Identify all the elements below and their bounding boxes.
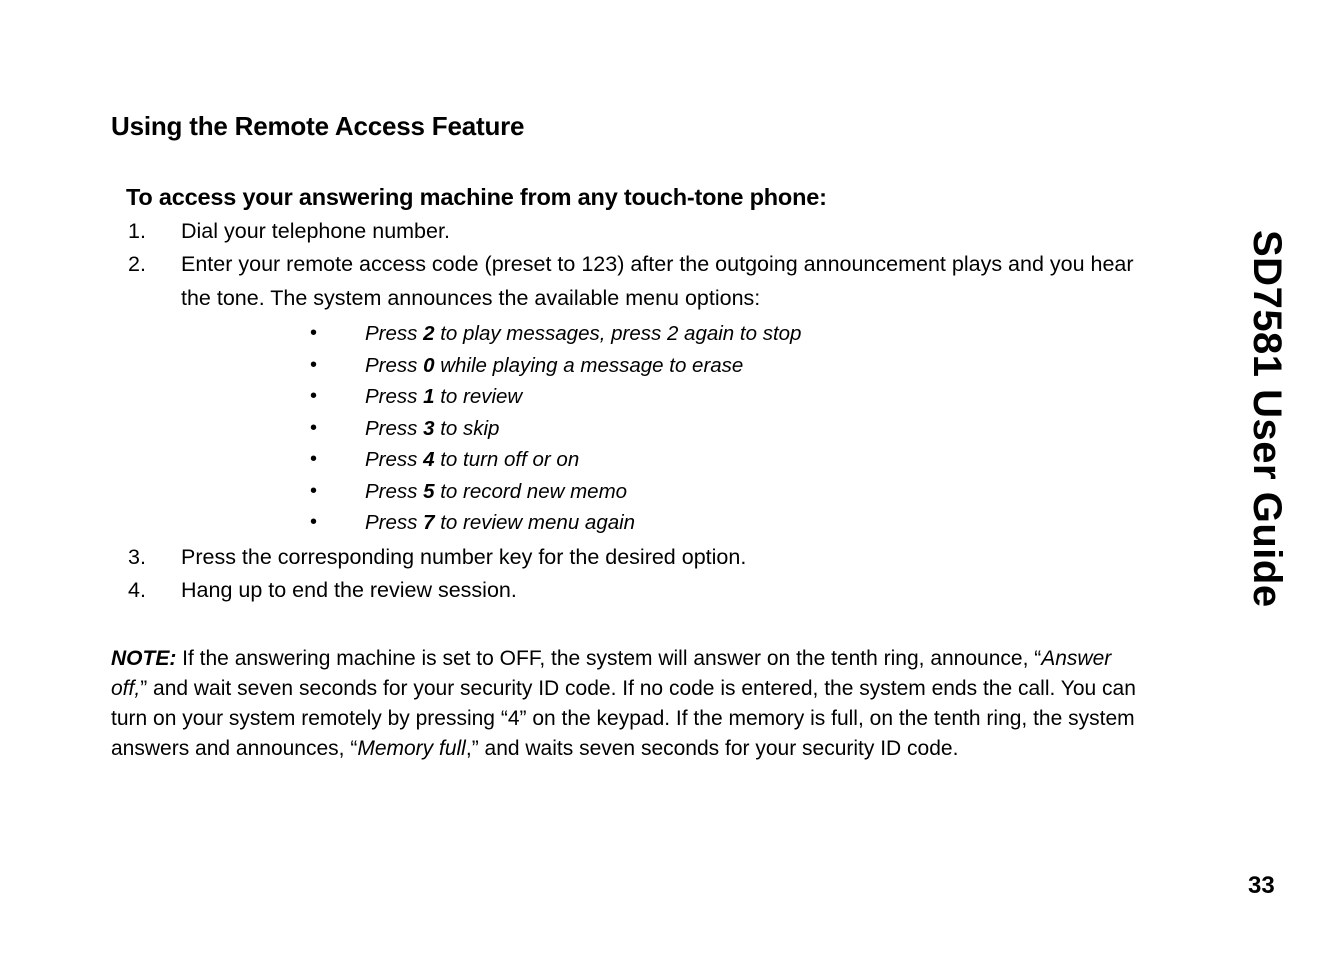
- menu-option-item: • Press 2 to play messages, press 2 again…: [181, 318, 1146, 350]
- menu-option-suffix: to review menu again: [434, 511, 636, 535]
- step-text: Dial your telephone number.: [181, 218, 450, 243]
- menu-option-item: • Press 7 to review menu again: [181, 507, 1146, 539]
- note-paragraph: NOTE: If the answering machine is set to…: [111, 644, 1141, 764]
- bullet-icon: •: [310, 322, 318, 345]
- menu-option-key: 4: [423, 448, 435, 472]
- menu-option-suffix: to play messages, press 2 again to stop: [434, 322, 802, 346]
- menu-option-prefix: Press: [365, 385, 424, 409]
- step-item-4: 4. Hang up to end the review session.: [111, 574, 1146, 608]
- menu-option-key: 2: [423, 322, 435, 346]
- bullet-icon: •: [310, 385, 318, 408]
- menu-option-suffix: while playing a message to erase: [434, 353, 744, 377]
- menu-option-item: • Press 1 to review: [181, 381, 1146, 413]
- page-title: Using the Remote Access Feature: [111, 111, 525, 141]
- bullet-icon: •: [310, 353, 318, 376]
- menu-option-item: • Press 5 to record new memo: [181, 476, 1146, 508]
- menu-option-prefix: Press: [365, 353, 424, 377]
- note-text-part3: ,” and waits seven seconds for your secu…: [465, 736, 959, 760]
- step-number: 1.: [128, 218, 146, 243]
- page-number: 33: [1248, 872, 1275, 899]
- step-text: Enter your remote access code (preset to…: [181, 252, 1134, 310]
- note-quote-memory-full: Memory full: [357, 736, 466, 760]
- content-column: Using the Remote Access Feature To acces…: [111, 112, 1146, 764]
- menu-option-key: 3: [423, 416, 435, 440]
- menu-option-key: 7: [423, 511, 435, 535]
- step-text: Press the corresponding number key for t…: [181, 544, 747, 569]
- menu-option-prefix: Press: [365, 479, 424, 503]
- menu-option-item: • Press 3 to skip: [181, 413, 1146, 445]
- note-label: NOTE:: [111, 646, 177, 670]
- menu-option-key: 1: [423, 385, 435, 409]
- menu-option-item: • Press 0 while playing a message to eras…: [181, 350, 1146, 382]
- menu-option-item: • Press 4 to turn off or on: [181, 444, 1146, 476]
- step-number: 4.: [128, 578, 146, 603]
- step-number: 2.: [128, 252, 146, 277]
- step-text: Hang up to end the review session.: [181, 578, 517, 603]
- menu-option-suffix: to review: [434, 385, 523, 409]
- side-running-title: SD7581 User Guide: [1237, 230, 1297, 770]
- step-item-2: 2. Enter your remote access code (preset…: [111, 248, 1146, 539]
- menu-option-suffix: to turn off or on: [434, 448, 580, 472]
- step-item-1: 1. Dial your telephone number.: [111, 215, 1146, 249]
- step-item-3: 3. Press the corresponding number key fo…: [111, 541, 1146, 575]
- note-text-part1: If the answering machine is set to OFF, …: [176, 646, 1042, 670]
- bullet-icon: •: [310, 479, 318, 502]
- bullet-icon: •: [310, 416, 318, 439]
- menu-option-key: 5: [423, 479, 435, 503]
- section-subheading: To access your answering machine from an…: [126, 183, 827, 210]
- steps-list: 1. Dial your telephone number. 2. Enter …: [111, 215, 1146, 608]
- step-number: 3.: [128, 544, 146, 569]
- menu-option-key: 0: [423, 353, 435, 377]
- bullet-icon: •: [310, 511, 318, 534]
- menu-option-prefix: Press: [365, 448, 424, 472]
- bullet-icon: •: [310, 448, 318, 471]
- menu-option-prefix: Press: [365, 511, 424, 535]
- menu-option-suffix: to skip: [434, 416, 500, 440]
- menu-option-suffix: to record new memo: [434, 479, 628, 503]
- menu-options-list: • Press 2 to play messages, press 2 again…: [181, 318, 1146, 539]
- side-running-title-text: SD7581 User Guide: [1245, 230, 1289, 608]
- menu-option-prefix: Press: [365, 416, 424, 440]
- menu-option-prefix: Press: [365, 322, 424, 346]
- document-page: Using the Remote Access Feature To acces…: [0, 0, 1334, 954]
